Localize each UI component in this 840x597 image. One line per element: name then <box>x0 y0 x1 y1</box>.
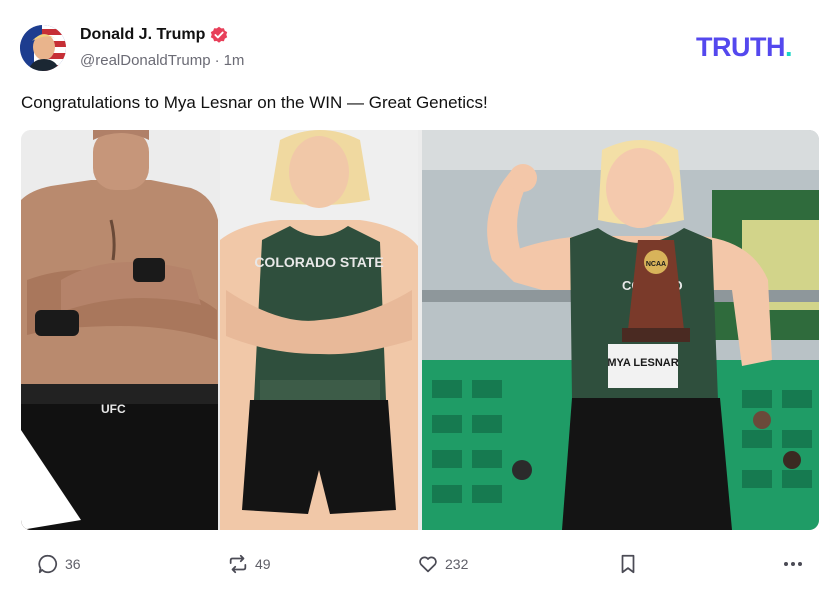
like-button[interactable]: 232 <box>417 548 468 580</box>
bookmark-button[interactable] <box>617 548 639 580</box>
more-icon <box>784 562 802 566</box>
reply-button[interactable]: 36 <box>37 548 81 580</box>
post-image-3[interactable]: COLO DO MYA LESNAR NCAA <box>422 130 819 530</box>
post-actions: 36 49 232 <box>21 548 819 580</box>
post-media: UFC COLORADO STATE MYA LESNAR NCAA <box>21 130 819 530</box>
retruth-icon <box>229 554 247 574</box>
comment-icon <box>38 554 58 574</box>
post-meta: @realDonaldTrump · 1m <box>80 52 244 69</box>
handle[interactable]: @realDonaldTrump <box>80 52 211 69</box>
ufc-logo-text: UFC <box>101 402 126 416</box>
post-text: Congratulations to Mya Lesnar on the WIN… <box>21 93 488 112</box>
author-block: Donald J. Trump @realDonaldTrump · 1m <box>80 24 244 69</box>
trophy-text: NCAA <box>646 261 666 268</box>
truth-logo[interactable]: TRUTH. <box>696 32 820 60</box>
post-image-1[interactable]: UFC <box>21 130 218 530</box>
display-name[interactable]: Donald J. Trump <box>80 26 205 44</box>
more-options-button[interactable] <box>781 548 805 580</box>
timestamp[interactable]: 1m <box>224 52 245 69</box>
verified-badge-icon <box>210 26 228 44</box>
truth-post: Donald J. Trump @realDonaldTrump · 1m TRUT… <box>0 0 840 597</box>
meta-separator: · <box>214 52 220 69</box>
brand-logo-text: TRUTH. <box>696 32 792 60</box>
bib-text: MYA LESNAR <box>607 357 678 369</box>
jersey-text: COLORADO STATE <box>254 254 383 270</box>
bookmark-icon <box>621 554 635 574</box>
heart-icon <box>419 556 437 573</box>
avatar[interactable] <box>20 25 66 71</box>
like-count: 232 <box>445 556 469 572</box>
post-image-2[interactable]: COLORADO STATE <box>220 130 418 530</box>
retruth-count: 49 <box>255 556 271 572</box>
reply-count: 36 <box>65 556 81 572</box>
retruth-button[interactable]: 49 <box>227 548 271 580</box>
